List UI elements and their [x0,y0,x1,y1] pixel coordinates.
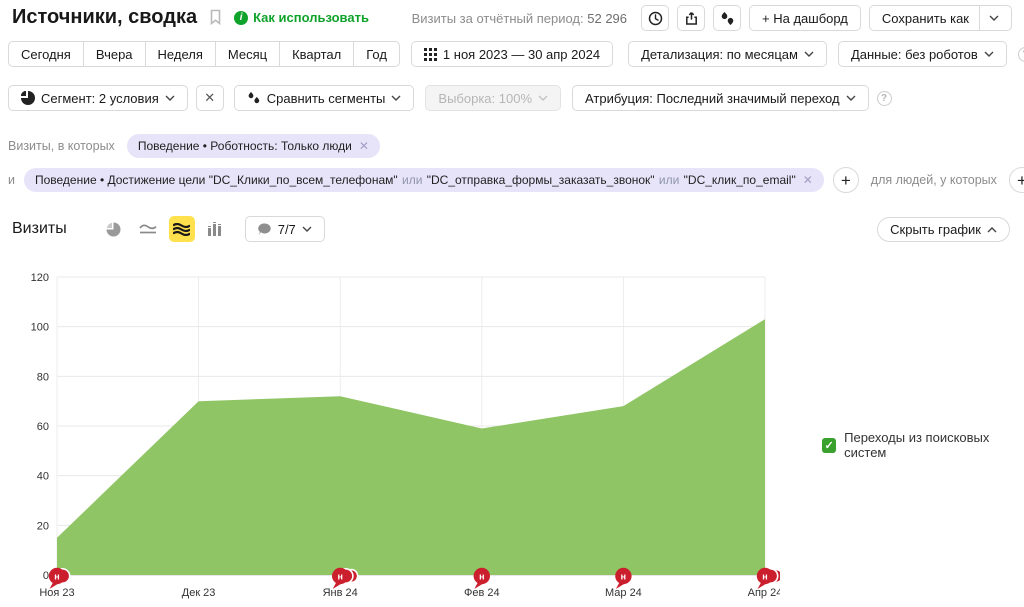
marker-letter: н [621,572,626,582]
people-condition-label: для людей, у которых [871,173,997,187]
legend-label: Переходы из поисковых систем [844,430,1024,460]
x-axis-label: Дек 23 [182,587,216,599]
save-as-chevron[interactable] [979,6,999,30]
y-axis-tick: 0 [43,570,49,582]
chart-type-area-button[interactable] [169,216,195,242]
annotations-dropdown[interactable]: 7/7 [245,216,325,242]
history-button[interactable] [641,5,669,31]
visits-period: Визиты за отчётный период: 52 296 [412,11,627,26]
legend-item-search-traffic[interactable]: ✓ Переходы из поисковых систем [822,430,1024,460]
chip-close-icon[interactable]: ✕ [803,173,813,187]
x-axis-label: Мар 24 [605,587,642,599]
add-visit-condition-button[interactable]: + [833,167,859,193]
add-people-condition-button[interactable]: + [1009,167,1024,193]
pie-icon [21,91,35,105]
and-label: и [8,173,15,187]
save-as-button[interactable]: Сохранить как [869,5,1012,31]
chart-type-columns-button[interactable] [203,216,229,242]
preset-today-button[interactable]: Сегодня [8,41,84,67]
goals-condition-chip[interactable]: Поведение • Достижение цели "DC_Клики_по… [24,168,824,192]
note-marker[interactable]: н [615,568,631,589]
visits-chart: 0 20 40 60 80 100 120 Ноя 23 Дек 23 Янв 24 Фев 24 М… [20,262,780,602]
pie-chart-icon [106,222,121,237]
export-icon [684,11,699,26]
note-marker[interactable]: н [332,568,358,589]
chart-type-line-button[interactable] [135,216,161,242]
y-axis-tick: 40 [37,471,49,483]
y-axis-tick: 80 [37,371,49,383]
marker-letter: н [337,572,342,582]
date-range-button[interactable]: 1 ноя 2023 — 30 апр 2024 [411,41,613,67]
metrica-goals-button[interactable] [713,5,741,31]
note-marker[interactable]: н [474,568,490,589]
attribution-select[interactable]: Атрибуция: Последний значимый переход [572,85,869,111]
export-button[interactable] [677,5,705,31]
sampling-select[interactable]: Выборка: 100% [425,85,561,111]
date-preset-group: Сегодня Вчера Неделя Месяц Квартал Год [8,41,400,67]
compare-drops-icon [247,91,261,105]
chart-title: Визиты [12,220,67,238]
y-axis-tick: 20 [37,520,49,532]
drops-icon [720,11,735,26]
chip-close-icon[interactable]: ✕ [359,139,369,153]
x-axis-label: Ноя 23 [39,587,74,599]
preset-yesterday-button[interactable]: Вчера [83,41,146,67]
attribution-help-icon[interactable]: ? [877,91,892,106]
data-mode-help-icon[interactable]: ? [1018,47,1024,62]
x-axis-label: Янв 24 [323,587,358,599]
info-icon: i [234,11,248,25]
preset-quarter-button[interactable]: Квартал [279,41,354,67]
y-axis-tick: 60 [37,421,49,433]
visits-condition-label: Визиты, в которых [8,139,115,153]
chart-type-pie-button[interactable] [101,216,127,242]
area-chart-icon [173,223,190,236]
x-axis-label: Апр 24 [748,587,780,599]
marker-letter: н [479,572,484,582]
preset-week-button[interactable]: Неделя [145,41,216,67]
marker-letter: н [54,572,59,582]
data-mode-select[interactable]: Данные: без роботов [838,41,1007,67]
page-title: Источники, сводка [12,6,197,29]
legend-checkbox-checked-icon[interactable]: ✓ [822,438,836,453]
x-axis-label: Фев 24 [464,587,500,599]
add-to-dashboard-button[interactable]: + На дашборд [749,5,861,31]
speech-bubble-icon [258,223,272,236]
preset-year-button[interactable]: Год [353,41,400,67]
preset-month-button[interactable]: Месяц [215,41,280,67]
line-chart-icon [139,223,157,236]
robotness-condition-chip[interactable]: Поведение • Роботность: Только люди ✕ [127,134,380,158]
segment-button[interactable]: Сегмент: 2 условия [8,85,188,111]
y-axis-tick: 120 [31,272,49,284]
area-series[interactable] [57,319,765,575]
how-to-use-link[interactable]: i Как использовать [234,10,369,25]
bookmark-icon[interactable] [209,9,222,26]
y-axis-tick: 100 [31,322,49,334]
calendar-grid-icon [424,48,437,61]
hide-chart-button[interactable]: Скрыть график [877,217,1010,242]
goals-condition-text: Поведение • Достижение цели "DC_Клики_по… [35,173,796,187]
visits-period-value: 52 296 [587,11,627,26]
marker-letter: н [762,572,767,582]
compare-segments-button[interactable]: Сравнить сегменты [234,85,415,111]
note-marker[interactable]: н [49,568,70,589]
clock-icon [648,11,663,26]
detalization-select[interactable]: Детализация: по месяцам [628,41,827,67]
note-marker[interactable]: н [757,568,780,589]
metrica-report-page: Источники, сводка i Как использовать Виз… [0,0,1024,607]
columns-chart-icon [207,222,224,236]
segment-clear-button[interactable]: ✕ [196,85,224,111]
